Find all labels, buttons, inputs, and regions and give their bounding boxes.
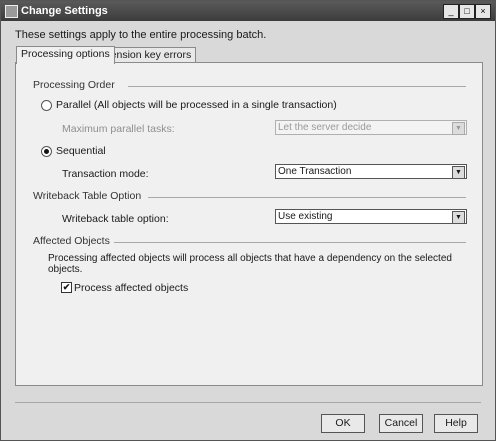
tab-panel: Processing Order Parallel (All objects w… xyxy=(15,62,483,386)
writeback-option-dropdown[interactable]: Use existing ▼ xyxy=(275,209,467,224)
writeback-divider xyxy=(148,197,466,198)
change-settings-dialog: Change Settings _ □ × These settings app… xyxy=(0,0,496,441)
maximize-button[interactable]: □ xyxy=(459,4,475,19)
chevron-down-icon: ▼ xyxy=(452,122,465,135)
max-parallel-value: Let the server decide xyxy=(278,122,372,133)
transaction-mode-label: Transaction mode: xyxy=(62,168,149,180)
affected-objects-divider xyxy=(114,242,466,243)
tab-processing-options[interactable]: Processing options xyxy=(16,46,115,64)
parallel-radio[interactable] xyxy=(41,100,52,111)
intro-text: These settings apply to the entire proce… xyxy=(15,29,267,41)
max-parallel-dropdown[interactable]: Let the server decide ▼ xyxy=(275,120,467,135)
writeback-option-label: Writeback table option: xyxy=(62,213,169,225)
help-button[interactable]: Help xyxy=(434,414,478,433)
close-button[interactable]: × xyxy=(475,4,491,19)
sequential-label[interactable]: Sequential xyxy=(56,145,106,157)
chevron-down-icon: ▼ xyxy=(452,166,465,179)
chevron-down-icon: ▼ xyxy=(452,211,465,224)
processing-order-divider xyxy=(128,86,466,87)
parallel-label[interactable]: Parallel (All objects will be processed … xyxy=(56,99,337,111)
process-affected-checkbox[interactable]: ✔ xyxy=(61,282,72,293)
processing-order-heading: Processing Order xyxy=(33,79,115,91)
process-affected-label[interactable]: Process affected objects xyxy=(74,282,188,294)
title-bar[interactable]: Change Settings _ □ × xyxy=(1,1,495,21)
max-parallel-label: Maximum parallel tasks: xyxy=(62,123,175,135)
cancel-button[interactable]: Cancel xyxy=(379,414,423,433)
bottom-separator xyxy=(15,402,481,403)
affected-objects-heading: Affected Objects xyxy=(33,235,110,247)
writeback-heading: Writeback Table Option xyxy=(33,190,142,202)
transaction-mode-value: One Transaction xyxy=(278,166,352,177)
writeback-option-value: Use existing xyxy=(278,211,333,222)
ok-button[interactable]: OK xyxy=(321,414,365,433)
minimize-button[interactable]: _ xyxy=(443,4,459,19)
affected-objects-description: Processing affected objects will process… xyxy=(48,253,452,275)
transaction-mode-dropdown[interactable]: One Transaction ▼ xyxy=(275,164,467,179)
window-icon xyxy=(5,5,18,18)
sequential-radio[interactable] xyxy=(41,146,52,157)
window-title: Change Settings xyxy=(21,5,108,17)
